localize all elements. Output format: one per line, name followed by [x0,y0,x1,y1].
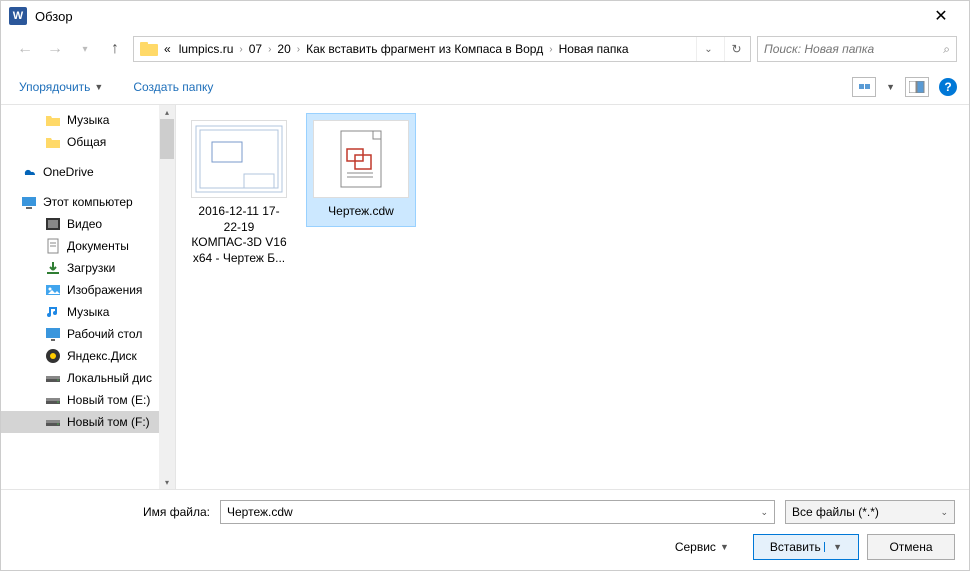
window-title: Обзор [35,9,921,24]
close-button[interactable]: ✕ [921,1,961,31]
organize-button[interactable]: Упорядочить▼ [13,76,109,98]
tree-item-downloads[interactable]: Загрузки [1,257,175,279]
address-dropdown[interactable]: ⌄ [696,37,720,61]
folder-icon [45,112,61,128]
refresh-button[interactable]: ↻ [724,37,748,61]
docs-icon [45,238,61,254]
file-item[interactable]: 2016-12-11 17-22-19 КОМПАС-3D V16 x64 - … [184,113,294,273]
cancel-button[interactable]: Отмена [867,534,955,560]
crumb[interactable]: 07 [247,40,264,58]
tree-item-folder[interactable]: Общая [1,131,175,153]
scroll-up-icon[interactable]: ▴ [160,105,174,119]
file-label: 2016-12-11 17-22-19 КОМПАС-3D V16 x64 - … [191,204,287,266]
file-thumbnail [191,120,287,198]
drive-icon [45,392,61,408]
tree-item-label: Музыка [67,305,109,319]
video-icon [45,216,61,232]
view-mode-button[interactable] [852,77,876,97]
address-bar[interactable]: « lumpics.ru› 07› 20› Как вставить фрагм… [133,36,751,62]
tree-item-label: Рабочий стол [67,327,142,341]
crumb[interactable]: Новая папка [557,40,631,58]
tree-item-folder[interactable]: Музыка [1,109,175,131]
tree-item-label: Загрузки [67,261,115,275]
search-box[interactable]: ⌕ [757,36,957,62]
crumb[interactable]: 20 [275,40,292,58]
desktop-icon [45,326,61,342]
tools-dropdown[interactable]: Сервис▼ [667,536,737,558]
folder-icon [45,134,61,150]
chevron-right-icon: › [297,44,300,55]
scroll-thumb[interactable] [160,119,174,159]
downloads-icon [45,260,61,276]
nav-recent-dropdown[interactable]: ▾ [73,37,97,61]
toolbar: Упорядочить▼ Создать папку ▼ ? [1,69,969,105]
help-button[interactable]: ? [939,78,957,96]
chevron-right-icon: › [549,44,552,55]
crumb[interactable]: « [162,40,173,58]
open-button[interactable]: Вставить ▼ [753,534,859,560]
new-folder-button[interactable]: Создать папку [127,76,219,98]
tree-item-images[interactable]: Изображения [1,279,175,301]
tree-item-yadisk[interactable]: Яндекс.Диск [1,345,175,367]
tree-item-onedrive[interactable]: OneDrive [1,161,175,183]
chevron-right-icon: › [268,44,271,55]
nav-forward[interactable]: → [43,37,67,61]
drive-icon [45,370,61,386]
tree-item-music[interactable]: Музыка [1,301,175,323]
nav-up[interactable]: ↑ [103,37,127,61]
filename-input[interactable]: Чертеж.cdw ⌄ [220,500,775,524]
tree-item-label: Новый том (F:) [67,415,150,429]
file-dialog: W Обзор ✕ ← → ▾ ↑ « lumpics.ru› 07› 20› … [0,0,970,571]
tree-item-drive[interactable]: Локальный дис [1,367,175,389]
tree-item-label: Изображения [67,283,142,297]
word-icon: W [9,7,27,25]
tree-item-drive[interactable]: Новый том (F:) [1,411,175,433]
tree-item-docs[interactable]: Документы [1,235,175,257]
folder-icon [140,42,158,56]
chevron-down-icon: ⌄ [940,507,948,518]
titlebar: W Обзор ✕ [1,1,969,31]
yadisk-icon [45,348,61,364]
onedrive-icon [21,164,37,180]
chevron-right-icon: › [239,44,242,55]
bottom-panel: Имя файла: Чертеж.cdw ⌄ Все файлы (*.*) … [1,489,969,570]
nav-row: ← → ▾ ↑ « lumpics.ru› 07› 20› Как встави… [1,31,969,67]
file-label: Чертеж.cdw [313,204,409,220]
scroll-down-icon[interactable]: ▾ [160,475,174,489]
tree-item-label: Новый том (E:) [67,393,150,407]
music-icon [45,304,61,320]
tree-item-drive[interactable]: Новый том (E:) [1,389,175,411]
filename-label: Имя файла: [15,505,210,519]
images-icon [45,282,61,298]
search-input[interactable] [764,42,937,56]
nav-back[interactable]: ← [13,37,37,61]
tree-item-video[interactable]: Видео [1,213,175,235]
view-dropdown[interactable]: ▼ [886,82,895,92]
tree-item-label: Документы [67,239,129,253]
tree-item-label: Музыка [67,113,109,127]
preview-pane-button[interactable] [905,77,929,97]
file-type-filter[interactable]: Все файлы (*.*) ⌄ [785,500,955,524]
file-thumbnail [313,120,409,198]
dialog-body: Музыка Общая OneDrive Этот компьютер Видео До… [1,105,969,489]
tree-item-desktop[interactable]: Рабочий стол [1,323,175,345]
tree-item-label: Видео [67,217,102,231]
tree-item-label: Локальный дис [67,371,152,385]
tree-item-pc[interactable]: Этот компьютер [1,191,175,213]
tree-item-label: Яндекс.Диск [67,349,137,363]
file-item[interactable]: Чертеж.cdw [306,113,416,227]
search-icon: ⌕ [943,42,950,57]
chevron-down-icon[interactable]: ⌄ [760,507,768,518]
crumb[interactable]: Как вставить фрагмент из Компаса в Ворд [304,40,545,58]
tree-scrollbar[interactable]: ▴ ▾ [159,105,175,489]
tree-item-label: Этот компьютер [43,195,133,209]
file-list: 2016-12-11 17-22-19 КОМПАС-3D V16 x64 - … [176,105,969,489]
tree-item-label: OneDrive [43,165,94,179]
nav-tree: Музыка Общая OneDrive Этот компьютер Видео До… [1,105,176,489]
drive-icon [45,414,61,430]
tree-item-label: Общая [67,135,106,149]
pc-icon [21,194,37,210]
crumb[interactable]: lumpics.ru [177,40,236,58]
